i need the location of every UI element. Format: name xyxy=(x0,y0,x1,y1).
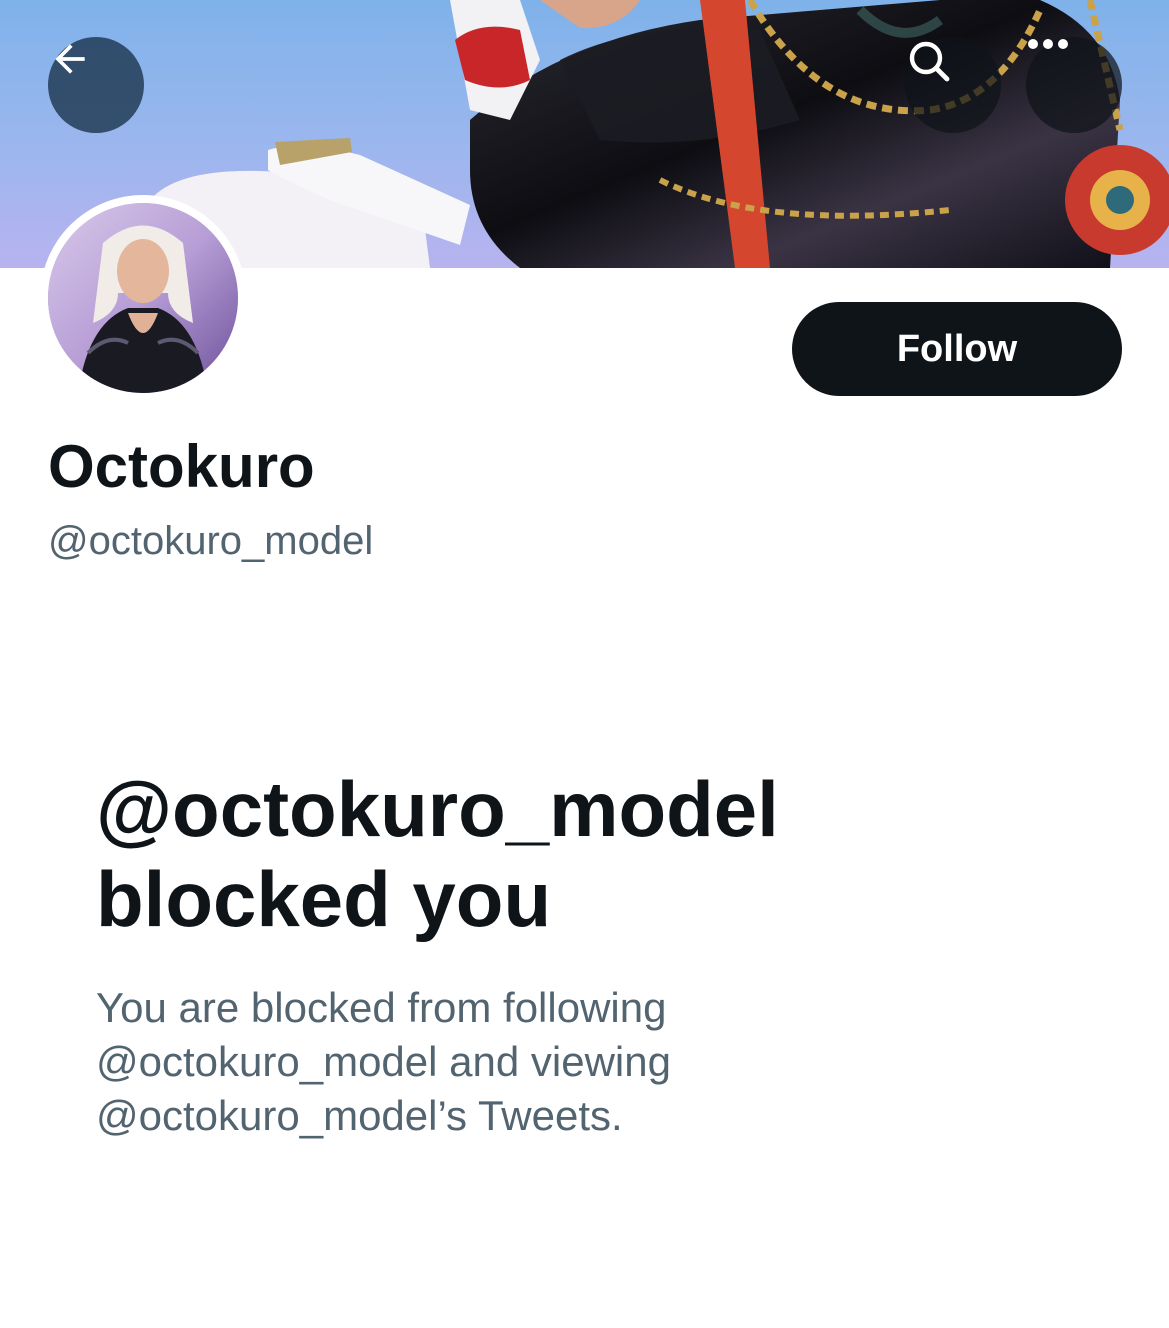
blocked-description: You are blocked from following @octokuro… xyxy=(96,981,996,1143)
search-icon xyxy=(909,41,950,82)
search-button[interactable] xyxy=(905,37,1001,133)
avatar-image xyxy=(48,203,238,393)
display-name: Octokuro xyxy=(48,433,315,500)
arrow-left-icon xyxy=(55,44,85,74)
blocked-description-line: @octokuro_model’s Tweets. xyxy=(96,1092,623,1139)
blocked-description-line: You are blocked from following xyxy=(96,984,667,1031)
more-options-button[interactable] xyxy=(1026,37,1122,133)
blocked-title-line: blocked you xyxy=(96,855,552,943)
blocked-description-line: @octokuro_model and viewing xyxy=(96,1038,671,1085)
profile-handle: @octokuro_model xyxy=(48,519,374,563)
blocked-title: @octokuro_model blocked you xyxy=(96,764,996,944)
avatar[interactable] xyxy=(48,203,238,393)
back-button[interactable] xyxy=(48,37,144,133)
blocked-title-line: @octokuro_model xyxy=(96,765,779,853)
more-horizontal-icon xyxy=(1028,39,1068,49)
follow-button[interactable]: Follow xyxy=(792,302,1122,396)
